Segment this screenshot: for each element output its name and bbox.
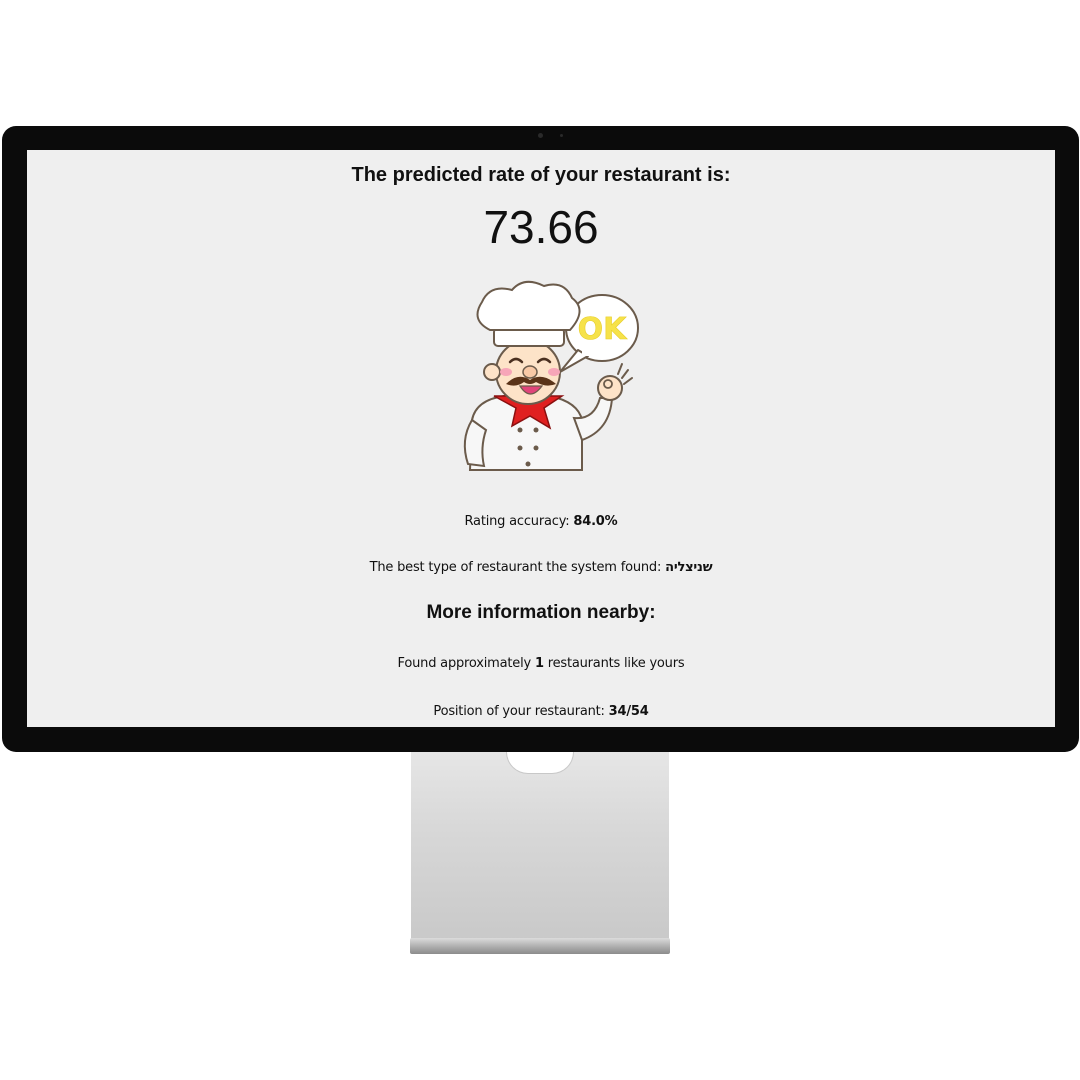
- found-prefix: Found approximately: [397, 656, 532, 671]
- accuracy-label: Rating accuracy:: [464, 514, 570, 529]
- bubble-text: OK: [578, 312, 629, 347]
- camera-icon: [538, 133, 543, 138]
- sensor-icon: [560, 134, 563, 137]
- found-count: 1: [534, 656, 544, 671]
- similar-count-row: Found approximately 1 restaurants like y…: [27, 656, 1055, 671]
- result-screen: The predicted rate of your restaurant is…: [27, 150, 1055, 727]
- accuracy-value: 84.0%: [573, 514, 618, 529]
- position-row: Position of your restaurant: 34/54: [27, 704, 1055, 719]
- found-suffix: restaurants like yours: [547, 656, 685, 671]
- chef-ok-icon: OK: [463, 280, 639, 471]
- monitor: The predicted rate of your restaurant is…: [2, 126, 1079, 752]
- position-label: Position of your restaurant:: [433, 704, 605, 719]
- result-headline: The predicted rate of your restaurant is…: [351, 164, 731, 186]
- best-type-value: שניצליה: [665, 560, 713, 575]
- best-type-label: The best type of restaurant the system f…: [369, 560, 662, 575]
- monitor-stand: [411, 752, 669, 940]
- nearby-title: More information nearby:: [426, 602, 656, 623]
- predicted-score: 73.66: [483, 201, 599, 253]
- accuracy-row: Rating accuracy: 84.0%: [27, 514, 1055, 529]
- position-value: 34/54: [608, 704, 649, 719]
- stand-base: [410, 938, 670, 954]
- best-type-row: The best type of restaurant the system f…: [27, 560, 1055, 575]
